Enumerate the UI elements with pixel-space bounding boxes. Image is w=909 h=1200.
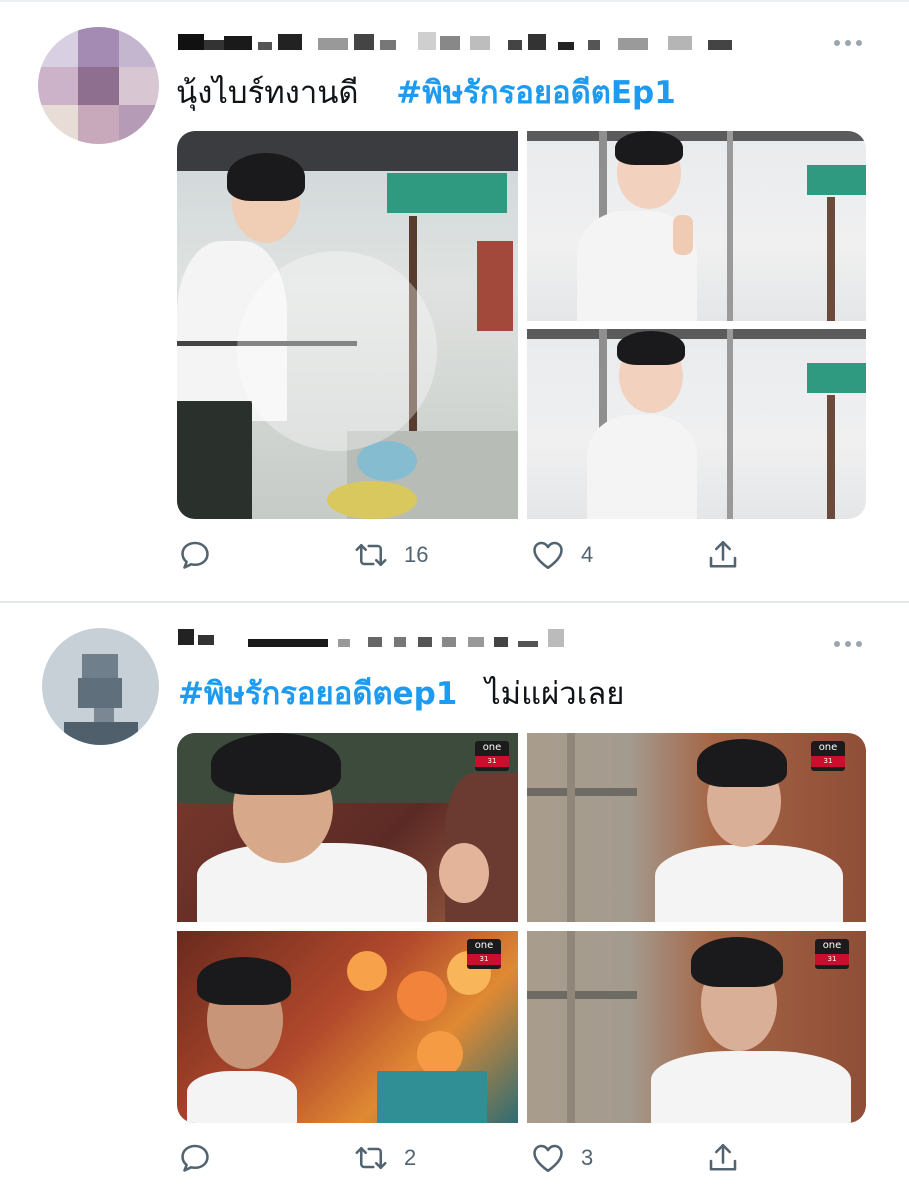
author-name-redacted[interactable] — [178, 625, 578, 651]
heart-icon — [533, 541, 563, 570]
tweet-photo[interactable] — [527, 329, 866, 519]
reply-button[interactable] — [177, 1136, 213, 1180]
retweet-count: 2 — [404, 1145, 417, 1170]
heart-icon — [533, 1144, 563, 1173]
like-button[interactable]: 4 — [529, 533, 593, 577]
channel-logo: one 31 — [467, 939, 501, 969]
tweet-photo[interactable]: one 31 — [177, 931, 518, 1123]
avatar[interactable] — [38, 27, 159, 144]
reply-button[interactable] — [177, 533, 213, 577]
tweet-body: นุ้งไบร์ทงานดี — [176, 75, 359, 111]
tweet-actions: 16 4 — [177, 533, 777, 577]
like-count: 3 — [581, 1145, 594, 1170]
retweet-button[interactable]: 2 — [352, 1136, 416, 1180]
retweet-icon — [355, 543, 387, 567]
reply-icon — [181, 541, 209, 569]
tweet-text: นุ้งไบร์ทงานดี #พิษรักรอยอดีตEp1 — [176, 74, 676, 112]
avatar[interactable] — [42, 628, 159, 745]
more-options-icon[interactable] — [832, 639, 864, 649]
channel-logo: one 31 — [475, 741, 509, 771]
hashtag-link[interactable]: #พิษรักรอยอดีตEp1 — [396, 75, 676, 111]
channel-logo: one 31 — [811, 741, 845, 771]
reply-icon — [181, 1144, 209, 1172]
retweet-button[interactable]: 16 — [352, 533, 428, 577]
more-options-icon[interactable] — [832, 38, 864, 48]
tweet-text: #พิษรักรอยอดีตep1 ไม่แผ่วเลย — [178, 675, 624, 713]
tweet-photo[interactable] — [177, 131, 518, 519]
tweet[interactable]: #พิษรักรอยอดีตep1 ไม่แผ่วเลย one 31 one … — [0, 603, 909, 1200]
share-icon — [709, 1143, 737, 1171]
hashtag-link[interactable]: #พิษรักรอยอดีตep1 — [178, 676, 457, 712]
share-button[interactable] — [705, 533, 741, 577]
tweet[interactable]: นุ้งไบร์ทงานดี #พิษรักรอยอดีตEp1 16 4 — [0, 0, 909, 602]
tweet-photo[interactable]: one 31 — [177, 733, 518, 922]
media-grid: one 31 one 31 one 31 one 31 — [177, 733, 866, 1123]
tweet-photo[interactable]: one 31 — [527, 733, 866, 922]
share-icon — [709, 540, 737, 568]
author-name-redacted[interactable] — [178, 30, 758, 56]
share-button[interactable] — [705, 1136, 741, 1180]
like-button[interactable]: 3 — [529, 1136, 593, 1180]
channel-logo: one 31 — [815, 939, 849, 969]
tweet-photo[interactable] — [527, 131, 866, 321]
like-count: 4 — [581, 542, 594, 567]
retweet-icon — [355, 1146, 387, 1170]
tweet-body: ไม่แผ่วเลย — [485, 676, 625, 712]
media-grid — [177, 131, 866, 519]
tweet-actions: 2 3 — [177, 1136, 777, 1180]
retweet-count: 16 — [404, 542, 429, 567]
tweet-photo[interactable]: one 31 — [527, 931, 866, 1123]
